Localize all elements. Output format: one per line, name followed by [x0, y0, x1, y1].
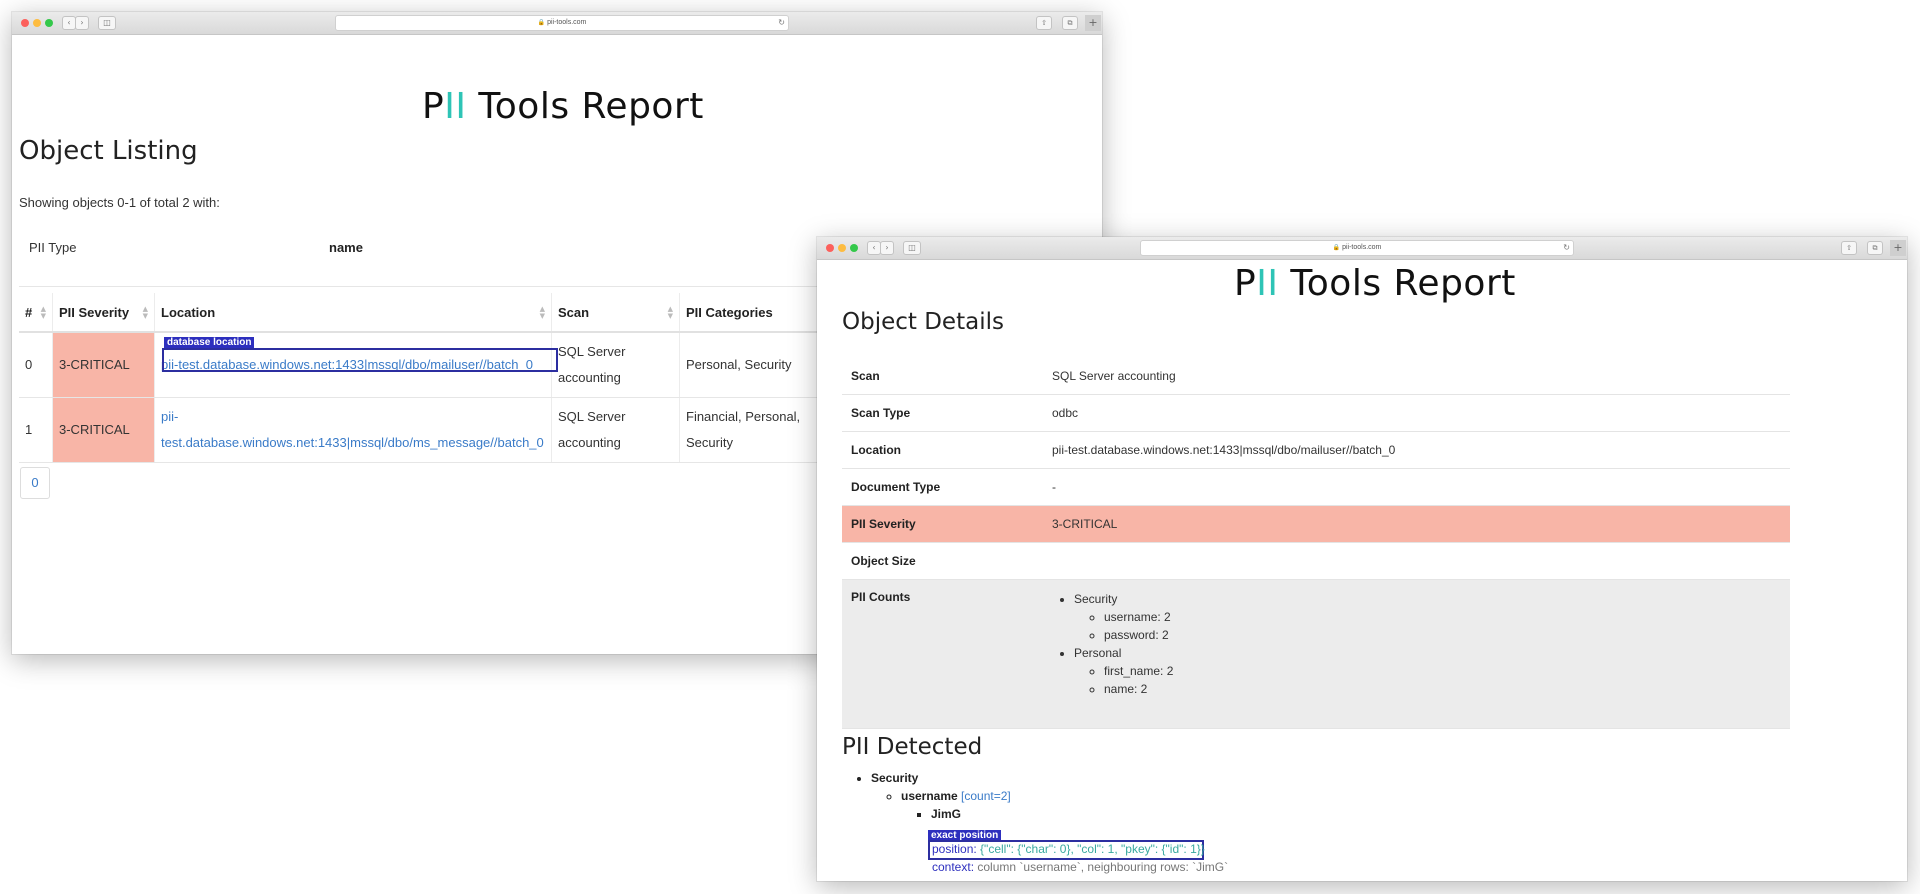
lock-icon: 🔒 [537, 19, 546, 26]
table-header: # ▲ ▼ PII Severity ▲ ▼ Location ▲ ▼ Scan ▲ ▼ PII… [19, 293, 843, 333]
detail-row-document-type: Document Type - [842, 468, 1790, 506]
annotation-highlight-box [162, 348, 558, 372]
detail-key: Location [842, 431, 1052, 469]
url-text: pii-tools.com [547, 19, 587, 26]
detail-value: SQL Server accounting [1052, 358, 1790, 395]
detail-key: Object Size [842, 542, 1052, 580]
detail-key: Document Type [842, 468, 1052, 506]
detail-key: Scan Type [842, 394, 1052, 432]
column-header-scan[interactable]: Scan ▲ ▼ [551, 293, 680, 333]
close-window-button[interactable] [826, 244, 834, 252]
filter-value: name [329, 240, 363, 255]
showing-summary: Showing objects 0-1 of total 2 with: [19, 195, 220, 210]
detail-value: odbc [1052, 394, 1790, 432]
sidebar-icon[interactable]: ◫ [98, 16, 116, 30]
table-row: 1 3-CRITICAL pii-test.database.windows.n… [19, 397, 843, 463]
list-item: first_name: 2 [1104, 662, 1790, 680]
filter-label: PII Type [29, 240, 77, 255]
detail-value: - [1052, 468, 1790, 506]
position-detail: position: {"cell": {"char": 0}, "col": 1… [932, 842, 1205, 856]
sort-icon: ▲ ▼ [142, 305, 148, 320]
column-header-location[interactable]: Location ▲ ▼ [154, 293, 552, 333]
tabs-icon[interactable]: ⧉ [1867, 241, 1883, 255]
chevron-right-icon[interactable]: › [880, 241, 894, 255]
list-item: Security username: 2 password: 2 [1074, 590, 1790, 644]
row-number: 1 [19, 397, 53, 463]
sort-icon: ▲ ▼ [667, 305, 673, 320]
plus-icon[interactable]: + [1890, 240, 1906, 256]
count-groups: Security username: 2 password: 2 Persona… [1052, 590, 1790, 698]
detail-row-object-size: Object Size [842, 542, 1790, 580]
address-bar[interactable]: 🔒 pii-tools.com ↻ [335, 15, 789, 31]
section-title: PII Detected [842, 734, 983, 760]
row-number: 0 [19, 332, 53, 398]
share-icon[interactable]: ⇧ [1841, 241, 1857, 255]
list-item: Personal first_name: 2 name: 2 [1074, 644, 1790, 698]
minimize-window-button[interactable] [838, 244, 846, 252]
url-text: pii-tools.com [1342, 244, 1382, 251]
location-cell: pii-test.database.windows.net:1433|mssql… [154, 397, 552, 463]
object-table: # ▲ ▼ PII Severity ▲ ▼ Location ▲ ▼ Scan ▲ ▼ PII… [19, 293, 843, 463]
browser-toolbar: ‹ › ◫ 🔒 pii-tools.com ↻ ⇧ ⧉ + [12, 12, 1102, 35]
detail-key: PII Severity [842, 505, 1052, 543]
page-title: Object Details [842, 309, 1004, 335]
zoom-window-button[interactable] [45, 19, 53, 27]
browser-toolbar: ‹ › ◫ 🔒 pii-tools.com ↻ ⇧ ⧉ + [817, 237, 1907, 260]
chevron-left-icon[interactable]: ‹ [62, 16, 76, 30]
details-browser-window: ‹ › ◫ 🔒 pii-tools.com ↻ ⇧ ⧉ + PII Tools R… [817, 237, 1907, 881]
object-details-table: Scan SQL Server accounting Scan Type odb… [842, 358, 1790, 729]
pagination-page-button[interactable]: 0 [20, 467, 50, 499]
scan-cell: SQL Server accounting [551, 332, 680, 398]
sort-icon: ▲ ▼ [40, 305, 46, 320]
detail-value: 3-CRITICAL [1052, 505, 1790, 543]
chevron-left-icon[interactable]: ‹ [867, 241, 881, 255]
severity-cell: 3-CRITICAL [52, 332, 155, 398]
detail-row-pii-counts: PII Counts Security username: 2 password… [842, 579, 1790, 729]
reload-icon[interactable]: ↻ [778, 16, 785, 30]
detail-key: PII Counts [842, 579, 1052, 729]
detail-value [1052, 542, 1790, 580]
plus-icon[interactable]: + [1085, 15, 1101, 31]
detail-value: pii-test.database.windows.net:1433|mssql… [1052, 431, 1790, 469]
location-link[interactable]: pii-test.database.windows.net:1433|mssql… [161, 409, 544, 450]
list-item: username [count=2] JimG [901, 787, 1011, 823]
detail-row-scan-type: Scan Type odbc [842, 394, 1790, 432]
detail-row-severity: PII Severity 3-CRITICAL [842, 505, 1790, 543]
pii-counts-list: Security username: 2 password: 2 Persona… [1052, 579, 1790, 729]
column-header-severity[interactable]: PII Severity ▲ ▼ [52, 293, 155, 333]
pii-detected-tree: Security username [count=2] JimG [853, 769, 1011, 823]
zoom-window-button[interactable] [850, 244, 858, 252]
reload-icon[interactable]: ↻ [1563, 241, 1570, 255]
list-item: password: 2 [1104, 626, 1790, 644]
pii-tools-logo: PII Tools Report [1234, 263, 1516, 304]
context-detail: context: column `username`, neighbouring… [932, 860, 1229, 874]
detail-row-scan: Scan SQL Server accounting [842, 358, 1790, 395]
minimize-window-button[interactable] [33, 19, 41, 27]
lock-icon: 🔒 [1332, 244, 1341, 251]
chevron-right-icon[interactable]: › [75, 16, 89, 30]
column-header-number[interactable]: # ▲ ▼ [19, 293, 53, 333]
sidebar-icon[interactable]: ◫ [903, 241, 921, 255]
detail-key: Scan [842, 358, 1052, 395]
sort-icon: ▲ ▼ [539, 305, 545, 320]
list-item: username: 2 [1104, 608, 1790, 626]
tabs-icon[interactable]: ⧉ [1062, 16, 1078, 30]
list-item: name: 2 [1104, 680, 1790, 698]
list-item: JimG [931, 805, 1011, 823]
pii-tools-logo: PII Tools Report [422, 86, 704, 127]
detail-row-location: Location pii-test.database.windows.net:1… [842, 431, 1790, 469]
share-icon[interactable]: ⇧ [1036, 16, 1052, 30]
close-window-button[interactable] [21, 19, 29, 27]
severity-cell: 3-CRITICAL [52, 397, 155, 463]
page-title: Object Listing [19, 136, 198, 166]
address-bar[interactable]: 🔒 pii-tools.com ↻ [1140, 240, 1574, 256]
scan-cell: SQL Server accounting [551, 397, 680, 463]
list-item: Security username [count=2] JimG [871, 769, 1011, 823]
